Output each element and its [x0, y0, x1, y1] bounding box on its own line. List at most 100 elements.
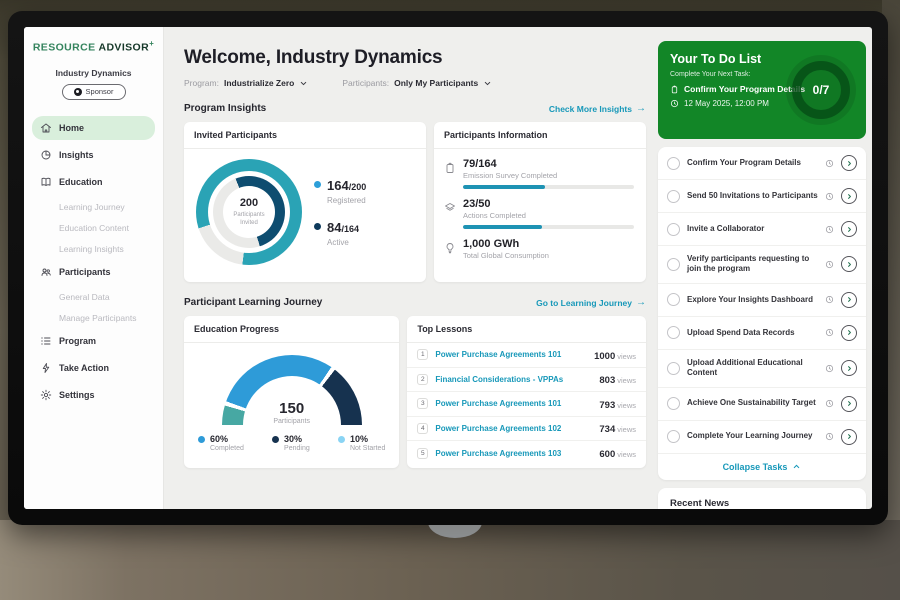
todo-task-row: Invite a Collaborator — [658, 213, 866, 246]
sidebar-item-label: Education — [59, 177, 103, 187]
sidebar-item-label: Take Action — [59, 363, 109, 373]
sidebar-item-insights[interactable]: Insights — [32, 143, 155, 167]
stat-label: Emission Survey Completed — [463, 171, 634, 180]
sidebar-item-participants[interactable]: Participants — [32, 260, 155, 284]
collapse-tasks-label: Collapse Tasks — [723, 462, 788, 472]
task-open-button[interactable] — [841, 325, 857, 341]
task-due-icon — [825, 399, 834, 408]
sidebar-item-general-data[interactable]: General Data — [32, 287, 155, 308]
chevron-right-icon — [845, 364, 854, 373]
task-due-icon — [825, 159, 834, 168]
task-checkbox[interactable] — [667, 362, 680, 375]
sidebar-item-learning-journey[interactable]: Learning Journey — [32, 197, 155, 218]
views-suffix: views — [617, 352, 636, 361]
task-checkbox[interactable] — [667, 223, 680, 236]
participants-information-card-title: Participants Information — [434, 122, 646, 149]
collapse-tasks-link[interactable]: Collapse Tasks — [658, 454, 866, 480]
lesson-link[interactable]: Power Purchase Agreements 101 — [435, 350, 587, 359]
chevron-right-icon — [845, 225, 854, 234]
program-icon — [40, 335, 52, 347]
learning-journey-title: Participant Learning Journey — [184, 297, 322, 308]
todo-task-row: Achieve One Sustainability Target — [658, 388, 866, 421]
lesson-views: 600 — [599, 449, 615, 460]
registered-bullet — [314, 181, 321, 188]
lesson-link[interactable]: Financial Considerations - VPPAs — [435, 375, 592, 384]
task-checkbox[interactable] — [667, 190, 680, 203]
task-checkbox[interactable] — [667, 258, 680, 271]
sidebar-item-take-action[interactable]: Take Action — [32, 356, 155, 380]
check-more-insights-link[interactable]: Check More Insights → — [549, 104, 646, 114]
go-to-learning-journey-link[interactable]: Go to Learning Journey → — [536, 298, 646, 308]
lesson-link[interactable]: Power Purchase Agreements 102 — [435, 424, 592, 433]
sidebar-item-program[interactable]: Program — [32, 329, 155, 353]
participants-information-card: Participants Information 79/164 Emission… — [434, 122, 646, 282]
dashboard-screen: RESOURCE ADVISOR+ Industry Dynamics Spon… — [24, 27, 872, 509]
sidebar-item-home[interactable]: Home — [32, 116, 155, 140]
task-label: Verify participants requesting to join t… — [687, 254, 818, 275]
logo-primary: RESOURCE — [33, 42, 96, 54]
todo-task-row: Explore Your Insights Dashboard — [658, 284, 866, 317]
task-due-icon — [825, 432, 834, 441]
sidebar-nav: Home Insights Education Learning Journey… — [32, 116, 155, 410]
lesson-row: 3 Power Purchase Agreements 101 793views — [407, 392, 646, 417]
task-open-button[interactable] — [841, 360, 857, 376]
sponsor-badge[interactable]: Sponsor — [62, 84, 126, 100]
lesson-rank: 5 — [417, 448, 428, 459]
active-total: /164 — [341, 224, 359, 234]
lesson-link[interactable]: Power Purchase Agreements 103 — [435, 449, 592, 458]
education-progress-card: Education Progress 150 Participants — [184, 316, 399, 468]
participants-select[interactable]: Participants: Only My Participants — [342, 78, 492, 88]
task-label: Invite a Collaborator — [687, 224, 818, 234]
lesson-views: 1000 — [594, 351, 615, 362]
task-checkbox[interactable] — [667, 157, 680, 170]
education-icon — [40, 176, 52, 188]
task-open-button[interactable] — [841, 396, 857, 412]
sidebar-item-label: Participants — [59, 267, 111, 277]
emission-progress-bar — [463, 185, 545, 189]
task-checkbox[interactable] — [667, 326, 680, 339]
completed-label: Completed — [210, 445, 244, 452]
task-label: Confirm Your Program Details — [687, 158, 818, 168]
pending-pct: 30% — [284, 434, 310, 444]
task-open-button[interactable] — [841, 221, 857, 237]
recent-news-title: Recent News — [658, 488, 866, 509]
program-select-label: Program: — [184, 78, 219, 88]
logo-secondary: ADVISOR — [98, 42, 149, 54]
lesson-link[interactable]: Power Purchase Agreements 101 — [435, 399, 592, 408]
stat-actions-completed: 23/50 Actions Completed — [444, 198, 634, 229]
task-checkbox[interactable] — [667, 430, 680, 443]
task-open-button[interactable] — [841, 429, 857, 445]
chevron-right-icon — [845, 260, 854, 269]
todo-due-label: 12 May 2025, 12:00 PM — [684, 99, 769, 108]
sidebar-item-learning-insights[interactable]: Learning Insights — [32, 239, 155, 260]
check-more-insights-label: Check More Insights — [549, 104, 632, 114]
stat-emission-survey: 79/164 Emission Survey Completed — [444, 158, 634, 189]
invited-participants-card-title: Invited Participants — [184, 122, 426, 149]
program-select[interactable]: Program: Industrialize Zero — [184, 78, 308, 88]
filter-bar: Program: Industrialize Zero Participants… — [184, 78, 646, 88]
stat-label: Total Global Consumption — [463, 251, 634, 260]
sidebar-item-education[interactable]: Education — [32, 170, 155, 194]
survey-icon — [444, 161, 456, 173]
task-checkbox[interactable] — [667, 293, 680, 306]
gauge-center-label: Participants — [222, 418, 362, 425]
task-open-button[interactable] — [841, 292, 857, 308]
task-open-button[interactable] — [841, 188, 857, 204]
sidebar-item-settings[interactable]: Settings — [32, 383, 155, 407]
task-label: Upload Spend Data Records — [687, 328, 818, 338]
task-label: Upload Additional Educational Content — [687, 358, 818, 379]
completed-pct: 60% — [210, 434, 244, 444]
registered-label: Registered — [327, 196, 366, 205]
todo-task-row: Confirm Your Program Details — [658, 147, 866, 180]
views-suffix: views — [617, 376, 636, 385]
sidebar-item-manage-participants[interactable]: Manage Participants — [32, 308, 155, 329]
education-progress-gauge: 150 Participants — [222, 355, 362, 425]
sidebar-item-education-content[interactable]: Education Content — [32, 218, 155, 239]
sidebar: RESOURCE ADVISOR+ Industry Dynamics Spon… — [24, 27, 164, 509]
registered-value: 164 — [327, 178, 349, 193]
consumption-icon — [444, 241, 456, 253]
task-open-button[interactable] — [841, 256, 857, 272]
task-open-button[interactable] — [841, 155, 857, 171]
actions-progress-bar — [463, 225, 542, 229]
task-checkbox[interactable] — [667, 397, 680, 410]
